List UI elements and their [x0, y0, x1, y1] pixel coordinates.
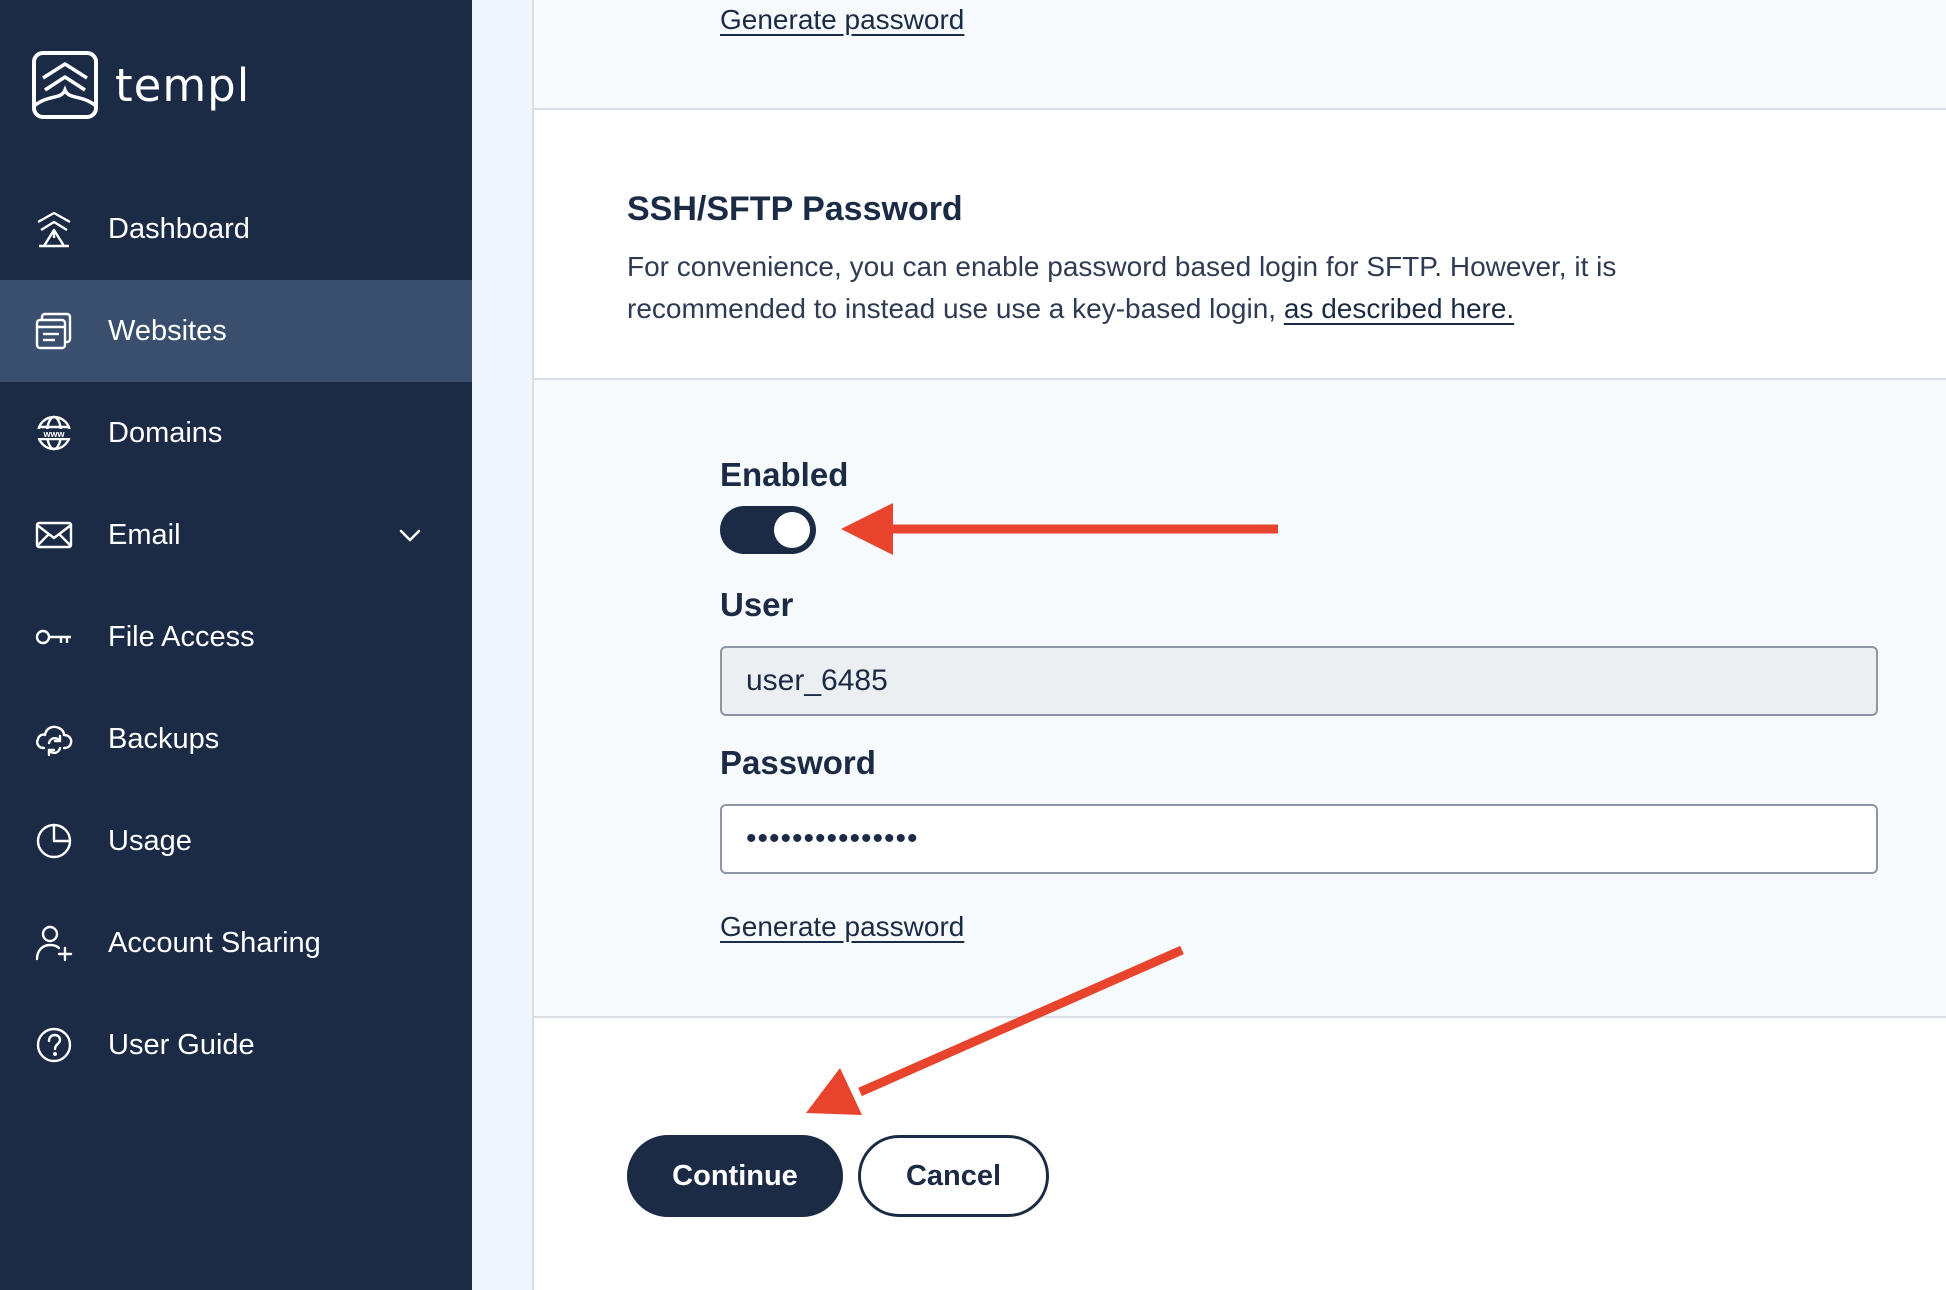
toggle-knob — [774, 512, 810, 548]
svg-text:www: www — [42, 429, 65, 439]
ssh-form-section: Enabled User Password Generate password — [534, 380, 1946, 1018]
chevron-down-icon[interactable] — [396, 521, 424, 549]
continue-button[interactable]: Continue — [627, 1135, 843, 1217]
cloud-sync-icon — [36, 725, 73, 757]
key-icon — [35, 629, 71, 645]
websites-icon — [35, 312, 72, 350]
section-title: SSH/SFTP Password — [627, 190, 963, 228]
sidebar-item-dashboard[interactable]: Dashboard — [0, 178, 472, 280]
sidebar-item-user-guide[interactable]: User Guide — [0, 994, 472, 1096]
globe-icon: www — [36, 415, 72, 451]
sidebar-item-account-sharing[interactable]: Account Sharing — [0, 892, 472, 994]
main-background — [472, 0, 532, 1290]
sidebar-item-email[interactable]: Email — [0, 484, 472, 586]
described-here-link[interactable]: as described here. — [1284, 293, 1514, 324]
sidebar-item-domains[interactable]: www Domains — [0, 382, 472, 484]
enabled-label: Enabled — [720, 456, 849, 493]
envelope-icon — [35, 521, 73, 549]
sidebar-item-websites[interactable]: Websites — [0, 280, 472, 382]
enabled-toggle[interactable] — [720, 506, 816, 554]
ssh-info-section: SSH/SFTP Password For convenience, you c… — [534, 110, 1946, 380]
sidebar-item-backups[interactable]: Backups — [0, 688, 472, 790]
generate-password-link-top[interactable]: Generate password — [720, 4, 964, 36]
actions-section: Continue Cancel — [534, 1018, 1946, 1290]
user-plus-icon — [35, 925, 73, 962]
generate-password-link[interactable]: Generate password — [720, 911, 964, 943]
sidebar-nav: Dashboard Websites www Domains Email Fil… — [0, 178, 472, 1096]
sidebar-item-file-access[interactable]: File Access — [0, 586, 472, 688]
cancel-button[interactable]: Cancel — [858, 1135, 1049, 1217]
user-field[interactable] — [720, 646, 1878, 716]
pie-chart-icon — [36, 823, 72, 859]
sidebar-item-usage[interactable]: Usage — [0, 790, 472, 892]
templ-logo-icon — [32, 51, 98, 119]
settings-panel: Generate password SSH/SFTP Password For … — [532, 0, 1946, 1290]
brand[interactable]: templ — [31, 50, 250, 120]
brand-name: templ — [115, 58, 251, 112]
sidebar: templ Dashboard Websites www Domains Ema… — [0, 0, 472, 1290]
dashboard-icon — [37, 211, 71, 248]
section-description: For convenience, you can enable password… — [627, 251, 1617, 324]
password-field[interactable] — [720, 804, 1878, 874]
help-circle-icon — [36, 1027, 72, 1063]
user-label: User — [720, 586, 794, 623]
previous-section: Generate password — [534, 0, 1946, 110]
password-label: Password — [720, 744, 876, 781]
